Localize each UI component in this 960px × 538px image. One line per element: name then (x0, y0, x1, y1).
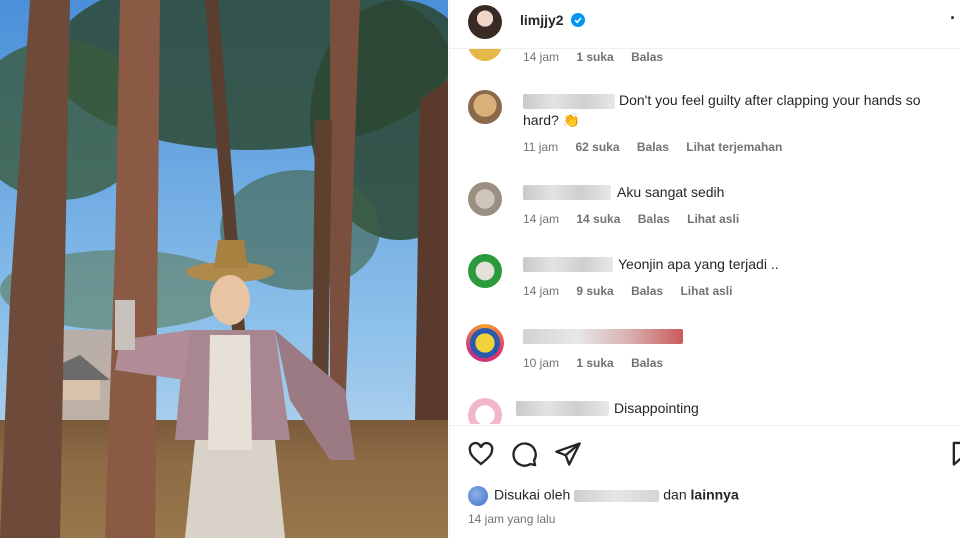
comment-text: Yeonjin apa yang terjadi .. (618, 256, 779, 272)
likes-summary: Disukai oleh dan lainnya (468, 486, 739, 506)
see-original-link[interactable]: Lihat asli (680, 284, 732, 298)
reply-button[interactable]: Balas (631, 50, 663, 64)
comment-meta: 14 jam 9 suka Balas Lihat asli (523, 284, 746, 298)
likes-others-link[interactable]: lainnya (691, 487, 739, 503)
translate-link[interactable]: Lihat terjemahan (686, 140, 782, 154)
reply-button[interactable]: Balas (631, 284, 663, 298)
liker-avatar[interactable] (468, 486, 488, 506)
reply-button[interactable]: Balas (631, 356, 663, 370)
post-header: limjjy2 · (450, 0, 960, 49)
commenter-name-redacted[interactable] (523, 329, 683, 344)
comment-likes[interactable]: 62 suka (575, 140, 619, 154)
post-photo[interactable] (0, 0, 448, 538)
comment-text: Aku sangat sedih (617, 184, 725, 200)
comment-time: 14 jam (523, 212, 560, 226)
comment-likes[interactable]: 9 suka (576, 284, 613, 298)
commenter-avatar-story-ring[interactable] (466, 324, 504, 362)
comments-list[interactable]: 14 jam 1 suka Balas Don't you feel guilt… (450, 49, 960, 424)
comment-meta: 11 jam 62 suka Balas Lihat terjemahan (523, 140, 796, 154)
commenter-avatar[interactable] (468, 49, 502, 61)
commenter-avatar[interactable] (468, 90, 502, 124)
post-photo-art (0, 0, 448, 538)
author-username[interactable]: limjjy2 (520, 12, 564, 28)
commenter-avatar[interactable] (468, 182, 502, 216)
comment-time: 14 jam (523, 284, 560, 298)
ellipsis-icon[interactable]: · (950, 8, 956, 29)
see-original-link[interactable]: Lihat asli (687, 212, 739, 226)
share-icon[interactable] (554, 440, 582, 468)
post-actions (450, 425, 960, 486)
commenter-avatar[interactable] (468, 254, 502, 288)
comment-text: Disappointing (614, 400, 699, 416)
comment-time: 14 jam (523, 50, 560, 64)
commenter-avatar (470, 328, 500, 358)
post-panel: limjjy2 · 14 jam 1 suka Balas Don't you … (449, 0, 960, 538)
comment-icon[interactable] (510, 440, 538, 468)
verified-badge-icon (571, 13, 585, 27)
reply-button[interactable]: Balas (637, 140, 669, 154)
heart-icon[interactable] (467, 440, 495, 468)
comment-meta: 14 jam 1 suka Balas (523, 50, 677, 64)
reply-button[interactable]: Balas (638, 212, 670, 226)
liker-name-redacted[interactable] (574, 490, 660, 502)
commenter-avatar[interactable] (468, 398, 502, 424)
likes-middle: dan (663, 486, 687, 503)
comment-meta: 10 jam 1 suka Balas (523, 356, 677, 370)
comment-text: Don't you feel guilty after clapping you… (523, 92, 921, 128)
comment-meta: 14 jam 14 suka Balas Lihat asli (523, 212, 753, 226)
comment-likes[interactable]: 1 suka (576, 50, 613, 64)
commenter-name-redacted[interactable] (516, 401, 609, 416)
comment-likes[interactable]: 14 suka (576, 212, 620, 226)
bookmark-icon[interactable] (948, 440, 960, 468)
comment-time: 10 jam (523, 356, 560, 370)
comment-time: 11 jam (523, 140, 559, 154)
commenter-name-redacted[interactable] (523, 257, 613, 272)
post-timestamp[interactable]: 14 jam yang lalu (468, 512, 555, 526)
likes-prefix: Disukai oleh (494, 486, 571, 503)
commenter-name-redacted[interactable] (523, 185, 611, 200)
author-avatar[interactable] (468, 5, 502, 39)
comment-likes[interactable]: 1 suka (576, 356, 613, 370)
